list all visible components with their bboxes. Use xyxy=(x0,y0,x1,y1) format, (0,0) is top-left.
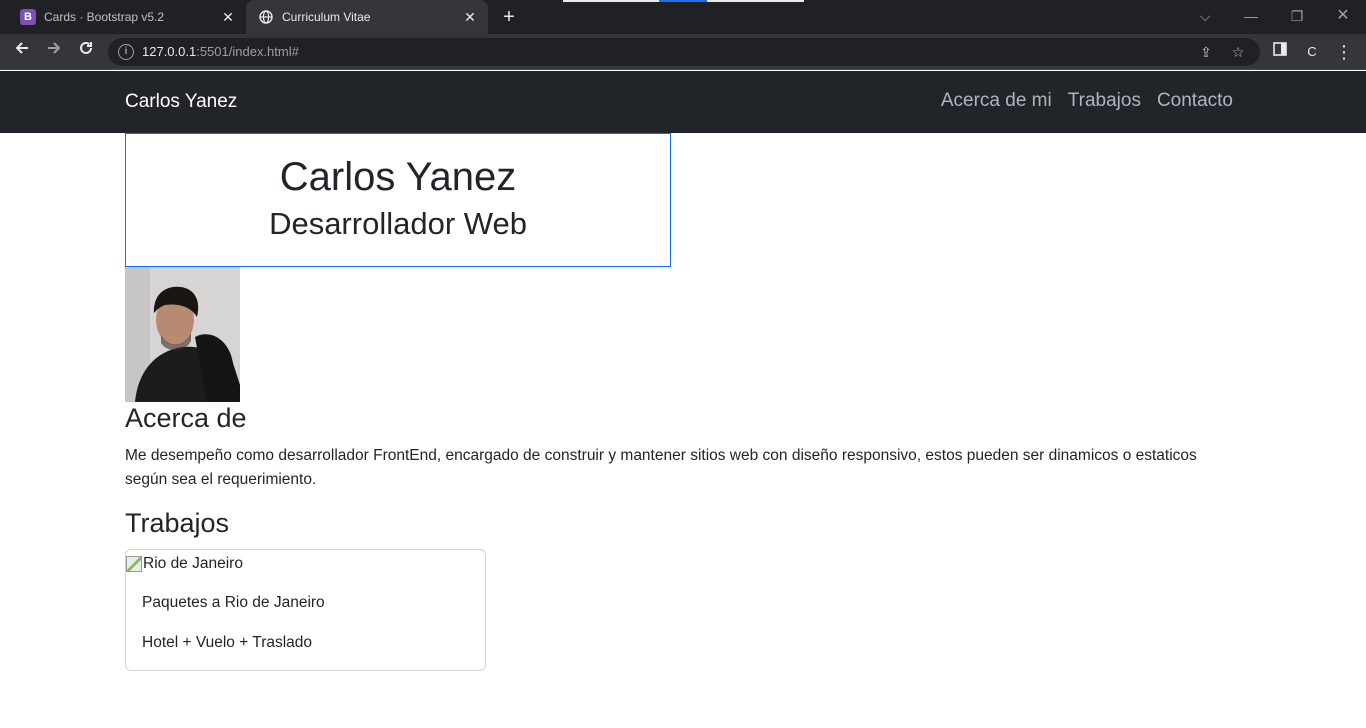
work-card[interactable]: Rio de Janeiro Paquetes a Rio de Janeiro… xyxy=(125,549,486,671)
globe-icon xyxy=(258,9,274,25)
url-text: 127.0.0.1:5501/index.html# xyxy=(142,44,299,59)
profile-photo xyxy=(125,267,240,402)
back-arrow-icon[interactable] xyxy=(10,40,34,64)
works-heading: Trabajos xyxy=(125,508,230,538)
top-stripe xyxy=(563,0,659,2)
nav-link-trabajos[interactable]: Trabajos xyxy=(1068,90,1141,112)
tab-curriculum-vitae[interactable]: Curriculum Vitae ✕ xyxy=(246,0,488,34)
minimize-icon[interactable]: — xyxy=(1239,5,1263,27)
close-icon[interactable]: ✕ xyxy=(220,9,236,25)
hero-role: Desarrollador Web xyxy=(269,206,527,241)
nav-link-acerca[interactable]: Acerca de mi xyxy=(941,90,1052,112)
share-icon[interactable]: ⇪ xyxy=(1196,42,1216,62)
card-title: Paquetes a Rio de Janeiro xyxy=(142,594,325,611)
window-close-icon[interactable]: ✕ xyxy=(1331,5,1355,27)
hero-box: Carlos Yanez Desarrollador Web xyxy=(125,133,671,267)
browser-toolbar: i 127.0.0.1:5501/index.html# ⇪ ☆ C ⋮ xyxy=(0,34,1366,70)
url-path: :5501/index.html# xyxy=(196,44,299,59)
new-tab-plus-icon[interactable]: + xyxy=(498,6,520,28)
broken-image-icon xyxy=(126,556,142,572)
card-image-alt: Rio de Janeiro xyxy=(143,555,243,572)
tab-title: Cards · Bootstrap v5.2 xyxy=(44,10,165,24)
side-panel-icon[interactable] xyxy=(1268,40,1292,64)
card-image-broken: Rio de Janeiro xyxy=(126,555,243,573)
reload-icon[interactable] xyxy=(74,40,98,64)
restore-icon[interactable]: ❐ xyxy=(1285,5,1309,27)
profile-avatar[interactable]: C xyxy=(1300,40,1324,64)
site-navbar: Carlos Yanez Acerca de mi Trabajos Conta… xyxy=(0,71,1366,133)
about-paragraph: Me desempeño como desarrollador FrontEnd… xyxy=(125,447,1197,488)
close-icon[interactable]: ✕ xyxy=(462,9,478,25)
forward-arrow-icon[interactable] xyxy=(42,40,66,64)
hero-name: Carlos Yanez xyxy=(279,155,517,199)
site-info-icon[interactable]: i xyxy=(118,44,134,60)
url-host: 127.0.0.1 xyxy=(142,44,197,59)
about-heading: Acerca de xyxy=(125,403,247,433)
top-stripe-accent xyxy=(659,0,707,2)
navbar-brand[interactable]: Carlos Yanez xyxy=(125,91,237,113)
top-stripe xyxy=(707,0,804,2)
kebab-menu-icon[interactable]: ⋮ xyxy=(1332,40,1356,64)
tab-title: Curriculum Vitae xyxy=(282,10,371,24)
tab-search-chevron-icon[interactable]: ⌵ xyxy=(1193,5,1217,27)
tab-bootstrap-cards[interactable]: B Cards · Bootstrap v5.2 ✕ xyxy=(8,0,246,34)
bootstrap-icon: B xyxy=(20,9,36,25)
card-text: Hotel + Vuelo + Traslado xyxy=(142,634,313,651)
nav-links: Acerca de mi Trabajos Contacto xyxy=(941,90,1233,112)
nav-link-contacto[interactable]: Contacto xyxy=(1157,90,1233,112)
browser-tab-strip: B Cards · Bootstrap v5.2 ✕ Curriculum Vi… xyxy=(0,0,1366,34)
star-bookmark-icon[interactable]: ☆ xyxy=(1228,42,1248,62)
address-bar[interactable]: i 127.0.0.1:5501/index.html# ⇪ ☆ xyxy=(108,38,1260,66)
